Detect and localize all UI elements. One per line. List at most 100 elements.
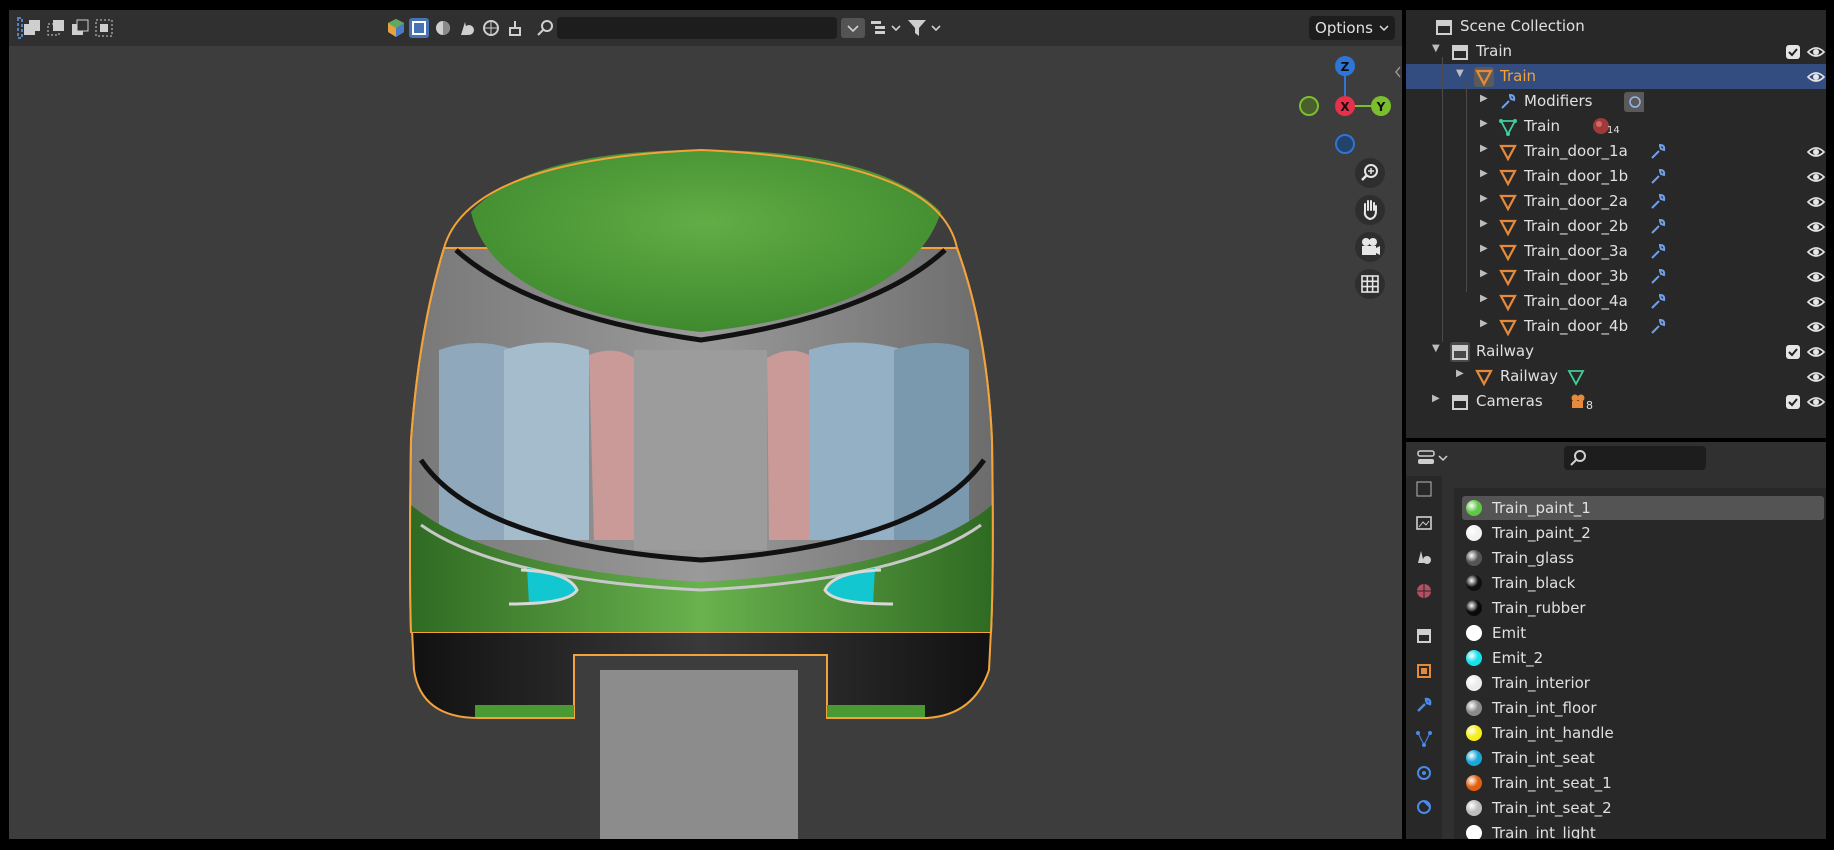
- expand-closed-icon[interactable]: ▶: [1480, 93, 1488, 104]
- eye-visibility-icon[interactable]: [1806, 42, 1826, 62]
- properties-search-input[interactable]: [1564, 446, 1706, 470]
- material-slot-row[interactable]: Train_black: [1462, 571, 1824, 595]
- material-name: Train_paint_2: [1492, 524, 1591, 542]
- modifier-and-mesh-icons[interactable]: [1648, 292, 1668, 312]
- eye-visibility-icon[interactable]: [1806, 167, 1826, 187]
- modifier-and-mesh-icons[interactable]: [1648, 317, 1668, 337]
- outliner-row[interactable]: ▶ Train_door_3a: [1406, 239, 1826, 264]
- editor-type-dropdown[interactable]: [1414, 446, 1450, 470]
- eye-visibility-icon[interactable]: [1806, 192, 1826, 212]
- material-slot-row[interactable]: Train_paint_2: [1462, 521, 1824, 545]
- exclude-checkbox[interactable]: [1786, 345, 1800, 359]
- expand-closed-icon[interactable]: ▶: [1432, 393, 1440, 404]
- object-tab-icon[interactable]: [1415, 662, 1433, 680]
- modifier-tab-icon[interactable]: [1415, 696, 1433, 714]
- world-tab-icon[interactable]: [1415, 582, 1433, 600]
- material-slot-row[interactable]: Train_interior: [1462, 671, 1824, 695]
- material-slot-row[interactable]: Train_int_seat_2: [1462, 796, 1824, 820]
- mesh-object-icon: [1499, 219, 1517, 237]
- particles-tab-icon[interactable]: [1415, 730, 1433, 748]
- outliner-row[interactable]: ▶ Train_door_1a: [1406, 139, 1826, 164]
- tool-tab-icon[interactable]: [1415, 480, 1433, 498]
- collection-tab-icon[interactable]: [1415, 626, 1433, 644]
- outliner-row-label: Railway: [1476, 342, 1534, 360]
- expand-closed-icon[interactable]: ▶: [1480, 318, 1488, 329]
- material-name: Train_int_seat: [1492, 749, 1595, 767]
- outliner-scene-collection[interactable]: Scene Collection: [1406, 14, 1826, 39]
- outliner-row[interactable]: ▼ Train: [1406, 39, 1826, 64]
- expand-closed-icon[interactable]: ▶: [1456, 368, 1464, 379]
- expand-closed-icon[interactable]: ▶: [1480, 293, 1488, 304]
- outliner-row[interactable]: ▶ Train_door_4a: [1406, 289, 1826, 314]
- eye-visibility-icon[interactable]: [1806, 142, 1826, 162]
- modifier-and-mesh-icons[interactable]: [1648, 217, 1668, 237]
- eye-visibility-icon[interactable]: [1806, 217, 1826, 237]
- material-name: Train_int_floor: [1492, 699, 1597, 717]
- outliner-row[interactable]: ▼ Train: [1406, 64, 1826, 89]
- eye-visibility-icon[interactable]: [1806, 317, 1826, 337]
- exclude-checkbox[interactable]: [1786, 395, 1800, 409]
- outliner-row[interactable]: ▶ Train 14: [1406, 114, 1826, 139]
- outliner-row[interactable]: ▶ Train_door_1b: [1406, 164, 1826, 189]
- outliner-row-label: Train_door_1a: [1524, 142, 1628, 160]
- material-count-badge: 14: [1607, 125, 1620, 136]
- eye-visibility-icon[interactable]: [1806, 342, 1826, 362]
- outliner-row[interactable]: ▶ Train_door_2a: [1406, 189, 1826, 214]
- outliner-row[interactable]: ▶ Cameras 8: [1406, 389, 1826, 414]
- eye-visibility-icon[interactable]: [1806, 367, 1826, 387]
- modifier-subdivision-icon[interactable]: [1624, 92, 1644, 112]
- expand-closed-icon[interactable]: ▶: [1480, 193, 1488, 204]
- expand-closed-icon[interactable]: ▶: [1480, 268, 1488, 279]
- expand-closed-icon[interactable]: ▶: [1480, 118, 1488, 129]
- outliner-row[interactable]: ▶ Modifiers: [1406, 89, 1826, 114]
- material-slot-row[interactable]: Train_int_floor: [1462, 696, 1824, 720]
- modifier-and-mesh-icons[interactable]: [1648, 142, 1668, 162]
- expand-open-icon[interactable]: ▼: [1456, 68, 1464, 79]
- material-slot-list[interactable]: Train_paint_1 Train_paint_2 Train_glass Tra…: [1454, 488, 1826, 839]
- expand-open-icon[interactable]: ▼: [1432, 343, 1440, 354]
- modifier-and-mesh-icons[interactable]: [1648, 167, 1668, 187]
- exclude-checkbox[interactable]: [1786, 45, 1800, 59]
- modifier-and-mesh-icons[interactable]: [1648, 192, 1668, 212]
- tree-guide-line: [1466, 82, 1467, 292]
- modifier-and-mesh-icons[interactable]: [1648, 242, 1668, 262]
- render-tab-icon[interactable]: [1415, 514, 1433, 532]
- outliner-row[interactable]: ▶ Train_door_3b: [1406, 264, 1826, 289]
- railway-support[interactable]: [600, 670, 798, 839]
- outliner-row[interactable]: ▶ Train_door_4b: [1406, 314, 1826, 339]
- material-slot-row[interactable]: Train_int_handle: [1462, 721, 1824, 745]
- mesh-data-icon[interactable]: [1566, 367, 1586, 387]
- material-slot-row[interactable]: Train_rubber: [1462, 596, 1824, 620]
- outliner-row[interactable]: ▶ Train_door_2b: [1406, 214, 1826, 239]
- expand-open-icon[interactable]: ▼: [1432, 43, 1440, 54]
- physics-tab-icon[interactable]: [1415, 764, 1433, 782]
- eye-visibility-icon[interactable]: [1806, 392, 1826, 412]
- scene-tab-icon[interactable]: [1415, 548, 1433, 566]
- outliner-row-label: Modifiers: [1524, 92, 1593, 110]
- eye-visibility-icon[interactable]: [1806, 292, 1826, 312]
- mesh-object-icon: [1499, 144, 1517, 162]
- material-slot-row[interactable]: Train_glass: [1462, 546, 1824, 570]
- material-slot-row[interactable]: Emit_2: [1462, 646, 1824, 670]
- eye-visibility-icon[interactable]: [1806, 67, 1826, 87]
- material-slot-row[interactable]: Train_paint_1: [1462, 496, 1824, 520]
- constraints-tab-icon[interactable]: [1415, 798, 1433, 816]
- outliner-row[interactable]: ▶ Railway: [1406, 364, 1826, 389]
- material-slot-row[interactable]: Train_int_seat_1: [1462, 771, 1824, 795]
- expand-closed-icon[interactable]: ▶: [1480, 143, 1488, 154]
- eye-visibility-icon[interactable]: [1806, 267, 1826, 287]
- material-slot-row[interactable]: Train_int_light: [1462, 821, 1824, 839]
- expand-closed-icon[interactable]: ▶: [1480, 243, 1488, 254]
- expand-closed-icon[interactable]: ▶: [1480, 168, 1488, 179]
- modifier-and-mesh-icons[interactable]: [1648, 267, 1668, 287]
- eye-visibility-icon[interactable]: [1806, 242, 1826, 262]
- outliner-row[interactable]: ▼ Railway: [1406, 339, 1826, 364]
- train-scene[interactable]: [9, 10, 1402, 839]
- material-slot-row[interactable]: Emit: [1462, 621, 1824, 645]
- expand-closed-icon[interactable]: ▶: [1480, 218, 1488, 229]
- outliner-row-label: Railway: [1500, 367, 1558, 385]
- material-slot-row[interactable]: Train_int_seat: [1462, 746, 1824, 770]
- 3d-viewport[interactable]: Options Z Y X: [9, 10, 1402, 839]
- material-preview-icon: [1466, 825, 1482, 839]
- outliner-row-label: Train: [1500, 67, 1536, 85]
